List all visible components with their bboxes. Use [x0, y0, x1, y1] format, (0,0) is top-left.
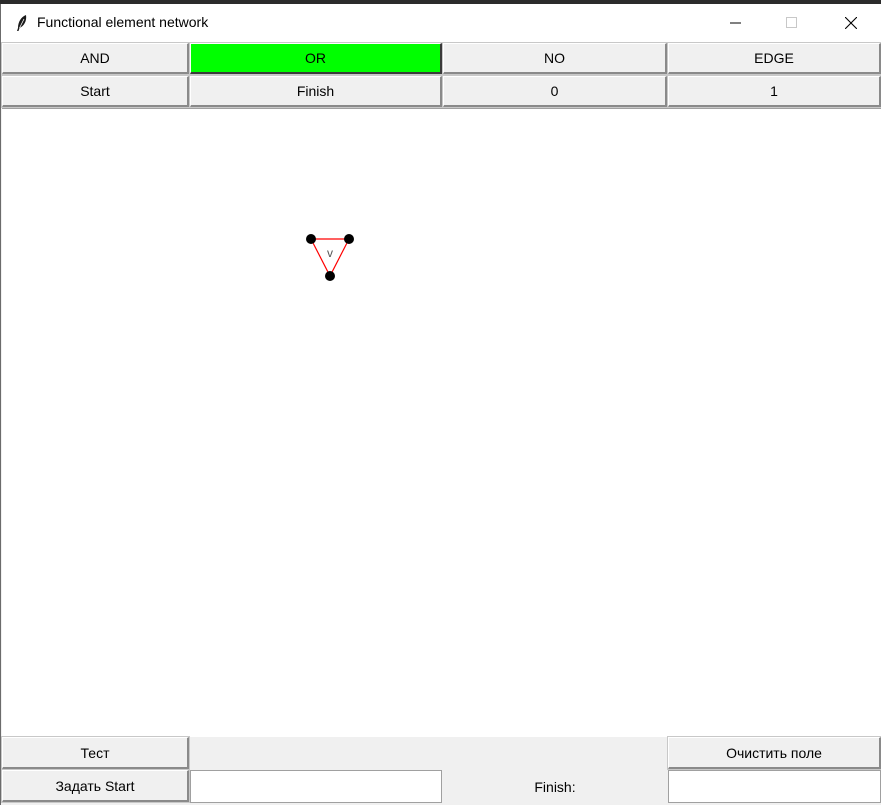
title-bar[interactable]: Functional element network — [1, 4, 881, 42]
edge-button[interactable]: EDGE — [667, 42, 881, 75]
set-start-button[interactable]: Задать Start — [1, 769, 190, 803]
minimize-icon — [730, 22, 741, 24]
start-button[interactable]: Start — [1, 75, 190, 108]
or-element[interactable]: v — [306, 234, 354, 281]
start-input[interactable] — [190, 770, 442, 803]
finish-button[interactable]: Finish — [189, 75, 443, 108]
feather-icon — [17, 15, 27, 31]
drawing-canvas[interactable]: v — [2, 108, 881, 737]
finish-label: Finish: — [534, 778, 576, 795]
canvas-drawing: v — [306, 234, 354, 281]
and-button[interactable]: AND — [1, 42, 190, 75]
clear-field-button[interactable]: Очистить поле — [667, 736, 881, 770]
input-node[interactable] — [344, 234, 354, 244]
input-node[interactable] — [306, 234, 316, 244]
close-button[interactable] — [828, 4, 874, 42]
bottom-spacer — [190, 737, 667, 769]
window-title: Functional element network — [37, 14, 209, 30]
or-button[interactable]: OR — [189, 42, 443, 75]
zero-button[interactable]: 0 — [442, 75, 668, 108]
maximize-icon — [786, 17, 797, 28]
element-symbol: v — [327, 246, 333, 260]
output-node[interactable] — [325, 271, 335, 281]
test-button[interactable]: Тест — [1, 736, 190, 770]
finish-input[interactable] — [668, 770, 881, 803]
maximize-button[interactable] — [769, 4, 815, 42]
app-window: Functional element network AND OR NO EDG… — [0, 4, 881, 805]
close-icon — [845, 17, 857, 29]
no-button[interactable]: NO — [442, 42, 668, 75]
minimize-button[interactable] — [713, 4, 759, 42]
one-button[interactable]: 1 — [667, 75, 881, 108]
